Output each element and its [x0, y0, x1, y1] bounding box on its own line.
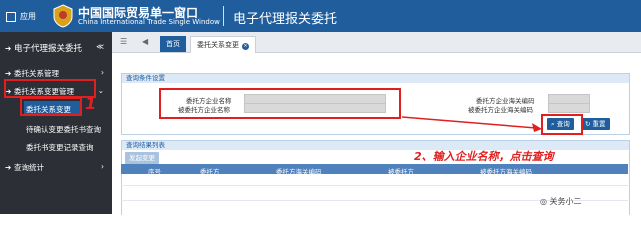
- watermark-text: 关务小二: [549, 197, 582, 206]
- col-agent: 被委托方: [388, 168, 414, 176]
- col-agent-code: 被委托方海关编码: [480, 168, 532, 176]
- query-section-title: 查询条件设置: [122, 74, 629, 83]
- wechat-icon: ◎: [540, 197, 547, 206]
- chevron-right-icon: ›: [101, 162, 104, 171]
- initiate-change-label: 发起变更: [129, 154, 155, 162]
- chevron-right-icon: ›: [101, 68, 104, 77]
- annotation-box-sidebar: [4, 79, 96, 98]
- customs-emblem-logo: [53, 4, 73, 28]
- chevron-right-icon: ➔: [5, 44, 12, 53]
- table-row-divider: [121, 185, 628, 186]
- arrow-right-icon: ➔: [5, 69, 12, 78]
- app-menu[interactable]: 应用: [6, 11, 36, 22]
- annotation-box-sidebar-sub: [20, 97, 82, 116]
- sidebar-item-label: 委托书变更记录查询: [26, 143, 94, 152]
- header-divider: [223, 6, 224, 26]
- col-index: 序号: [148, 168, 161, 176]
- agent-code-input[interactable]: [548, 103, 590, 113]
- reset-button-label: 重置: [592, 120, 606, 128]
- agent-code-label: 被委托方企业海关编码: [468, 106, 533, 114]
- sidebar-module-label: 电子代理报关委托: [14, 44, 83, 54]
- refresh-icon: ↻: [585, 120, 591, 128]
- annotation-box-search: [541, 114, 583, 135]
- initiate-change-button[interactable]: 发起变更: [125, 152, 159, 164]
- close-tab-icon[interactable]: ×: [242, 43, 249, 50]
- sidebar-item-label: 待确认变更委托书查询: [26, 125, 101, 134]
- collapse-icon: ≪: [96, 42, 104, 51]
- menu-toggle-icon[interactable]: ☰: [120, 37, 127, 46]
- tab-home[interactable]: 首页: [160, 36, 186, 52]
- tab-home-label: 首页: [166, 40, 180, 48]
- sidebar-item-relation-manage[interactable]: ➔ 委托关系管理 ›: [0, 68, 112, 79]
- tab-bar: ☰ ◀ 首页 委托关系变更 ×: [112, 32, 641, 53]
- tab-relation-change[interactable]: 委托关系变更 ×: [190, 36, 256, 53]
- scroll-left-icon[interactable]: ◀: [142, 37, 148, 46]
- system-title: 电子代理报关委托: [233, 12, 338, 27]
- annotation-step1: 1: [85, 94, 97, 113]
- reset-button[interactable]: ↻ 重置: [581, 118, 610, 130]
- chevron-down-icon: ⌄: [97, 86, 104, 95]
- brand-title-en: China International Trade Single Window: [78, 18, 220, 26]
- sidebar-module-title[interactable]: ➔ 电子代理报关委托 ≪: [0, 42, 112, 54]
- sidebar: ➔ 电子代理报关委托 ≪ ➔ 委托关系管理 › ➔ 委托关系变更管理 ⌄ 委托关系变更 待确…: [0, 32, 112, 214]
- top-header: 应用 中国国际贸易单一窗口 China International Trade …: [0, 0, 641, 32]
- sidebar-item-statistics[interactable]: ➔ 查询统计 ›: [0, 162, 112, 173]
- sidebar-item-label: 查询统计: [14, 163, 44, 172]
- annotation-step2: 2、输入企业名称，点击查询: [414, 150, 554, 163]
- results-table-header: [121, 164, 628, 174]
- annotation-box-name-fields: [159, 88, 401, 119]
- watermark: ◎ 关务小二: [540, 196, 582, 207]
- apps-icon: [6, 11, 16, 22]
- annotation-arrow: [401, 116, 542, 132]
- sidebar-item-label: 委托关系管理: [14, 69, 59, 78]
- col-principal-code: 委托方海关编码: [276, 168, 322, 176]
- tab-current-label: 委托关系变更: [197, 41, 239, 49]
- col-principal: 委托方: [200, 168, 220, 176]
- arrow-right-icon: ➔: [5, 163, 12, 172]
- app-label: 应用: [20, 12, 36, 21]
